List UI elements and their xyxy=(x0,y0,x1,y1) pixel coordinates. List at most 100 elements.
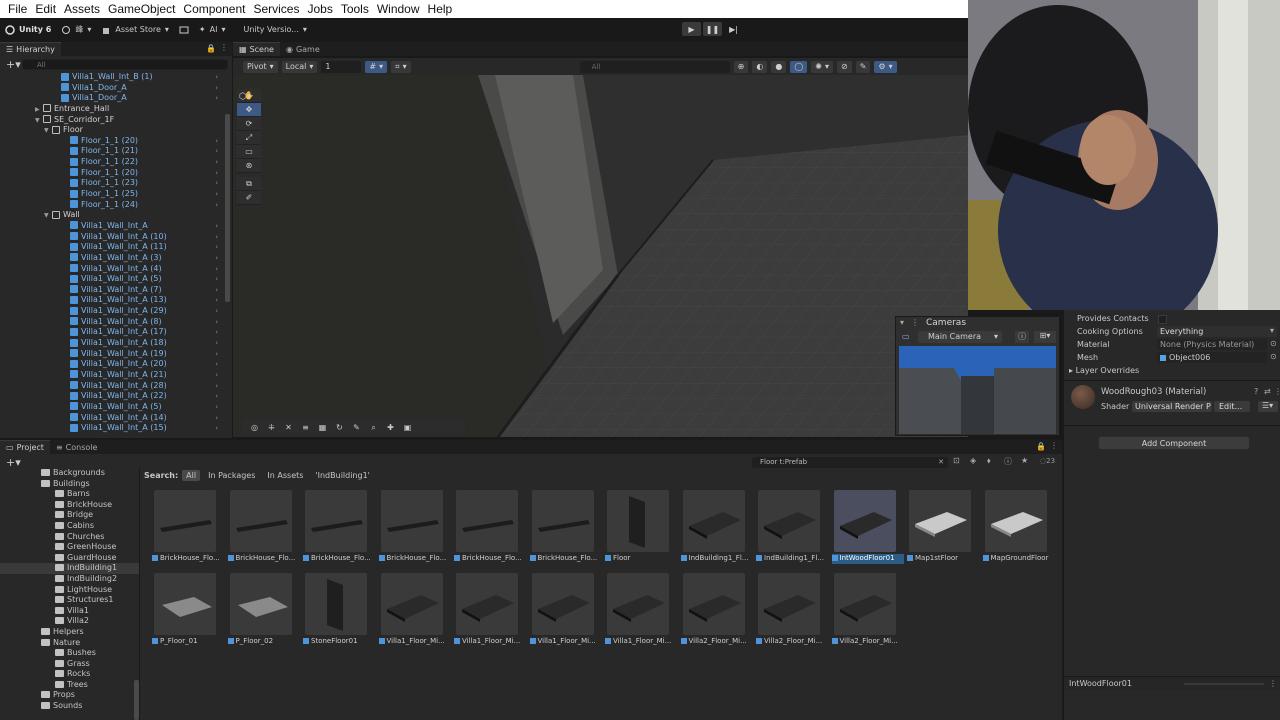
unity-version-button[interactable]: Unity 6 xyxy=(0,22,56,38)
asset-tile[interactable]: Map1stFloor xyxy=(905,490,979,564)
folder-item[interactable]: Nature xyxy=(0,638,140,649)
open-prefab-arrow-icon[interactable]: › xyxy=(215,338,218,349)
open-prefab-arrow-icon[interactable]: › xyxy=(215,72,218,83)
hierarchy-scrollbar[interactable] xyxy=(225,114,230,302)
paint-icon[interactable]: ✎ xyxy=(351,422,362,433)
asset-tile[interactable]: IntWoodFloor01 xyxy=(830,490,904,564)
hierarchy-row[interactable]: ▼ Floor xyxy=(0,125,224,136)
folder-item[interactable]: GreenHouse xyxy=(0,542,140,553)
camera-selector[interactable]: Main Camera ▾ xyxy=(918,331,1002,343)
face-icon[interactable]: ≡ xyxy=(300,422,311,433)
hierarchy-row[interactable]: Villa1_Wall_Int_A (4) › xyxy=(0,264,224,275)
hierarchy-row[interactable]: Floor_1_1 (20) › xyxy=(0,136,224,147)
clear-search-icon[interactable]: ✕ xyxy=(938,457,944,468)
open-prefab-arrow-icon[interactable]: › xyxy=(215,359,218,370)
expand-icon[interactable]: ✚ xyxy=(385,422,396,433)
hierarchy-row[interactable]: Villa1_Wall_Int_A (29) › xyxy=(0,306,224,317)
hierarchy-row[interactable]: Villa1_Wall_Int_A (8) › xyxy=(0,317,224,328)
gizmos-dropdown[interactable]: ⚙ ▾ xyxy=(874,60,897,73)
search-by-type-icon[interactable]: ⊡ xyxy=(953,456,960,465)
tab-project[interactable]: ▭ Project xyxy=(0,440,50,454)
filter-in-assets[interactable]: In Assets xyxy=(263,470,307,481)
open-prefab-arrow-icon[interactable]: › xyxy=(215,274,218,285)
drag-handle-icon[interactable]: ⋮ xyxy=(911,318,919,327)
asset-tile[interactable]: BrickHouse_Flo... xyxy=(452,490,526,564)
folder-item[interactable]: Props xyxy=(0,690,140,701)
info-icon[interactable]: ⓘ xyxy=(1015,331,1029,343)
object-picker-icon[interactable]: ⊙ xyxy=(1270,339,1277,348)
settings-icon[interactable]: ⇄ xyxy=(1264,387,1271,396)
rect-tool-button[interactable]: ▭ xyxy=(237,145,261,159)
asset-tile[interactable]: IndBuilding1_Fl... xyxy=(754,490,828,564)
folder-item[interactable]: Grass xyxy=(0,659,140,670)
hierarchy-row[interactable]: Villa1_Wall_Int_A (20) › xyxy=(0,359,224,370)
folder-item[interactable]: GuardHouse xyxy=(0,553,140,564)
folder-item[interactable]: Villa2 xyxy=(0,616,140,627)
asset-tile[interactable]: Villa1_Floor_Mi... xyxy=(528,573,602,647)
lock-icon[interactable]: 🔒 xyxy=(1036,442,1046,451)
asset-tile[interactable]: P_Floor_02 xyxy=(226,573,300,647)
menu-file[interactable]: File xyxy=(4,0,31,18)
open-prefab-arrow-icon[interactable]: › xyxy=(215,381,218,392)
folder-item[interactable]: LightHouse xyxy=(0,585,140,596)
increment-snap-toggle[interactable]: ⌗ ▾ xyxy=(391,60,411,73)
asset-tile[interactable]: BrickHouse_Flo... xyxy=(528,490,602,564)
open-prefab-arrow-icon[interactable]: › xyxy=(215,168,218,179)
hierarchy-row[interactable]: Villa1_Wall_Int_A (3) › xyxy=(0,253,224,264)
hierarchy-row[interactable]: Villa1_Wall_Int_A (15) › xyxy=(0,423,224,434)
hierarchy-row[interactable]: ▼ Wall xyxy=(0,210,224,221)
edge-icon[interactable]: ✕ xyxy=(283,422,294,433)
menu-assets[interactable]: Assets xyxy=(60,0,104,18)
pivot-dropdown[interactable]: Pivot ▾ xyxy=(243,60,278,73)
open-prefab-arrow-icon[interactable]: › xyxy=(215,295,218,306)
filter-all[interactable]: All xyxy=(182,470,201,481)
hierarchy-row[interactable]: ▶ Entrance_Hall xyxy=(0,104,224,115)
folder-item[interactable]: Trees xyxy=(0,680,140,691)
asset-tile[interactable]: BrickHouse_Flo... xyxy=(226,490,300,564)
ai-button[interactable]: ✦ AI ▾ xyxy=(194,22,231,38)
info-icon[interactable]: ⓘ xyxy=(1004,456,1012,467)
snapshot-icon[interactable]: ▣ xyxy=(402,422,413,433)
open-prefab-arrow-icon[interactable]: › xyxy=(215,83,218,94)
tab-scene[interactable]: ▦ Scene xyxy=(233,42,280,56)
zoom-icon[interactable]: ⌕ xyxy=(368,422,379,433)
open-prefab-arrow-icon[interactable]: › xyxy=(215,264,218,275)
hierarchy-row[interactable]: Floor_1_1 (21) › xyxy=(0,146,224,157)
hierarchy-row[interactable]: Villa1_Wall_Int_A (7) › xyxy=(0,285,224,296)
open-prefab-arrow-icon[interactable]: › xyxy=(215,423,218,434)
hierarchy-row[interactable]: Villa1_Door_A › xyxy=(0,93,224,104)
menu-jobs[interactable]: Jobs xyxy=(303,0,336,18)
folder-item[interactable]: Bridge xyxy=(0,510,140,521)
asset-tile[interactable]: Villa2_Floor_Mi... xyxy=(679,573,753,647)
search-by-label-icon[interactable]: ◈ xyxy=(970,456,976,465)
local-dropdown[interactable]: Local ▾ xyxy=(281,60,318,73)
hierarchy-row[interactable]: Floor_1_1 (25) › xyxy=(0,189,224,200)
open-prefab-arrow-icon[interactable]: › xyxy=(215,285,218,296)
filter-in-packages[interactable]: In Packages xyxy=(204,470,259,481)
hierarchy-row[interactable]: Villa1_Wall_Int_A (14) › xyxy=(0,413,224,424)
shader-dropdown[interactable]: Universal Render P xyxy=(1132,401,1212,412)
hidden-objects-toggle[interactable]: ⊘ xyxy=(837,60,852,73)
account-button[interactable]: 峰 ▾ xyxy=(56,22,96,38)
probuilder-tool-button[interactable]: ✐ xyxy=(237,191,261,205)
asset-store-button[interactable]: Asset Store ▾ xyxy=(96,22,174,38)
open-prefab-arrow-icon[interactable]: › xyxy=(215,402,218,413)
step-button[interactable]: ▶| xyxy=(724,22,743,36)
hierarchy-row[interactable]: Villa1_Wall_Int_A (17) › xyxy=(0,327,224,338)
2d-toggle[interactable]: ◐ xyxy=(752,60,768,73)
open-prefab-arrow-icon[interactable]: › xyxy=(215,391,218,402)
lighting-toggle[interactable]: ● xyxy=(771,60,787,73)
tag-icon[interactable]: ⬧ xyxy=(987,456,991,466)
hierarchy-row[interactable]: Villa1_Wall_Int_A (5) › xyxy=(0,402,224,413)
menu-tools[interactable]: Tools xyxy=(337,0,373,18)
folder-item[interactable]: Sounds xyxy=(0,701,140,712)
tab-hierarchy[interactable]: ☰ Hierarchy xyxy=(0,42,61,56)
more-options-icon[interactable]: ⋮ xyxy=(1274,387,1280,396)
move-tool-button[interactable]: ✥ xyxy=(237,103,261,117)
hierarchy-row[interactable]: Villa1_Wall_Int_A (19) › xyxy=(0,349,224,360)
hierarchy-row[interactable]: Villa1_Wall_Int_A › xyxy=(0,221,224,232)
hierarchy-row[interactable]: Villa1_Wall_Int_A (11) › xyxy=(0,242,224,253)
layer-overrides-foldout[interactable]: ▸ Layer Overrides xyxy=(1069,366,1139,375)
tab-game[interactable]: ◉ Game xyxy=(279,42,326,56)
more-options-icon[interactable]: ⋮ xyxy=(1050,441,1058,450)
